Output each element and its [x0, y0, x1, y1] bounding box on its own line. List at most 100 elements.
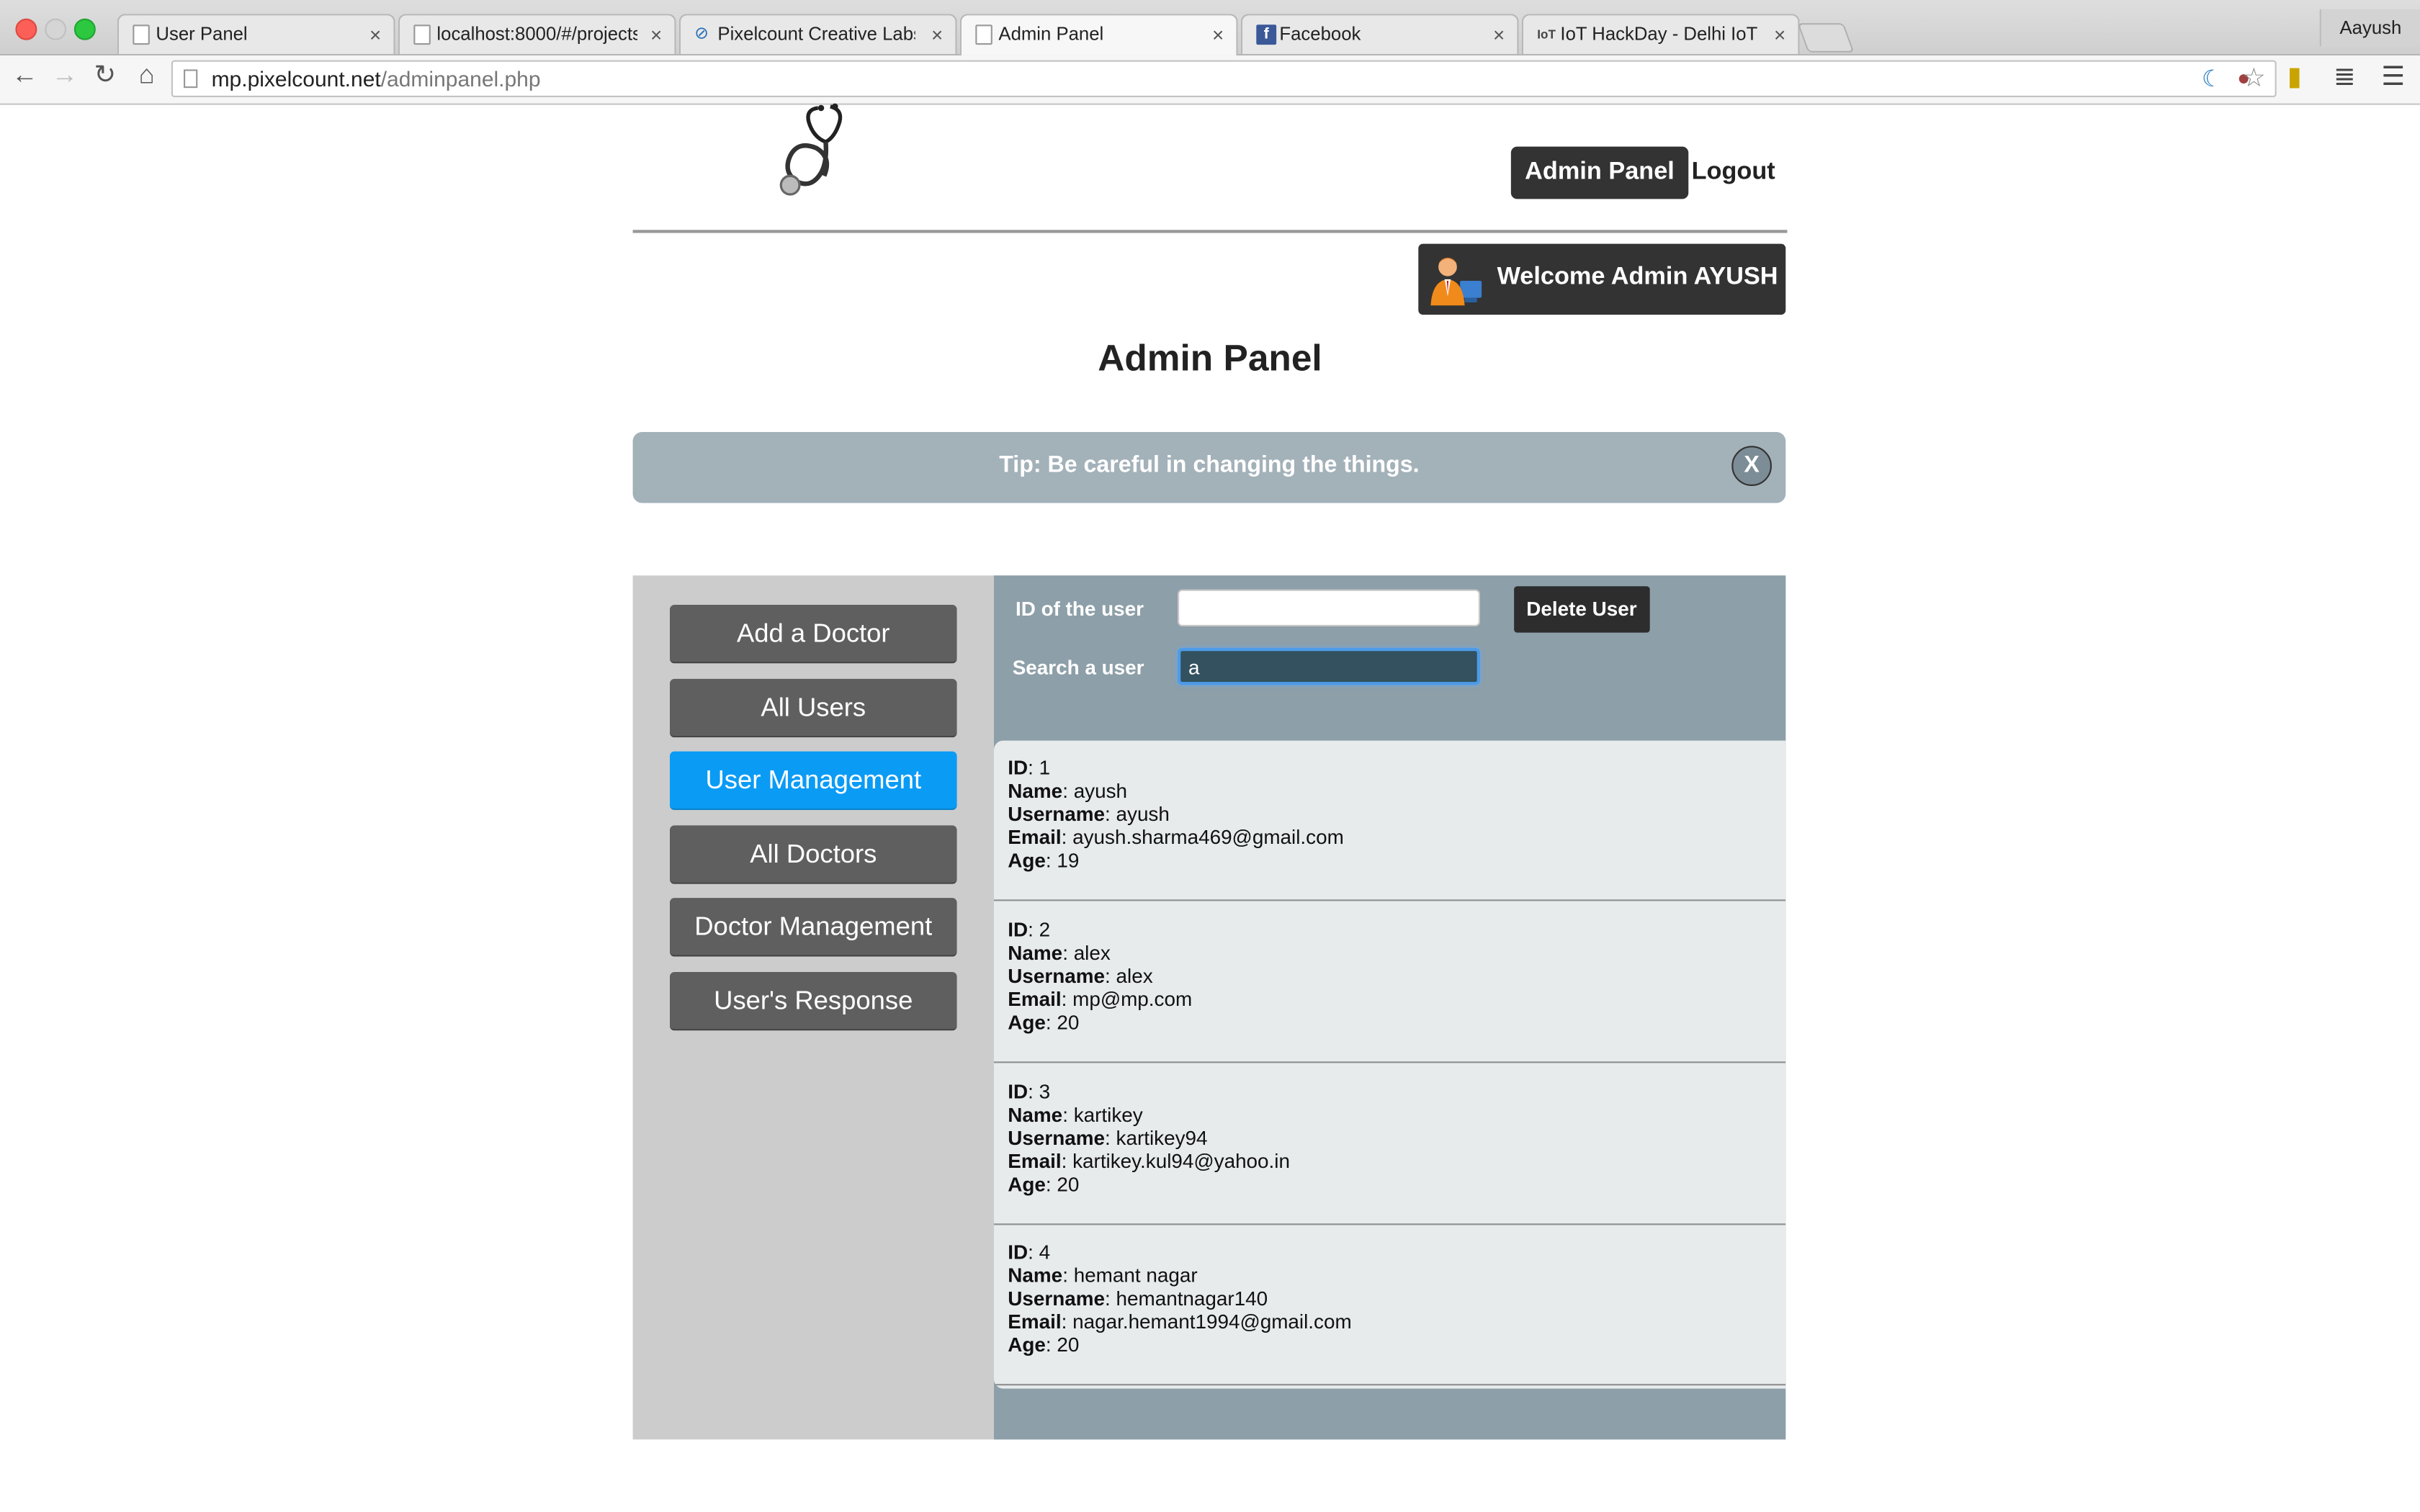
tab-close-icon[interactable]: ×	[650, 15, 662, 54]
user-id-value: 1	[1039, 756, 1051, 780]
sidebar-item-user-management[interactable]: User Management	[670, 751, 957, 810]
zoom-window-button[interactable]	[73, 18, 96, 40]
reload-icon[interactable]: ↻	[88, 60, 122, 91]
sidebar: Add a Doctor All Users User Management A…	[633, 575, 994, 1439]
user-email-row: Email: mp@mp.com	[1008, 987, 1193, 1011]
tip-close-button[interactable]: X	[1731, 446, 1772, 486]
user-name-value: ayush	[1073, 779, 1128, 803]
tab-close-icon[interactable]: ×	[1774, 15, 1785, 54]
tab-close-icon[interactable]: ×	[931, 15, 943, 54]
new-tab-button[interactable]	[1797, 23, 1855, 53]
page-icon	[133, 24, 150, 45]
user-age-value: 19	[1057, 848, 1080, 872]
sidebar-item-all-doctors[interactable]: All Doctors	[670, 825, 957, 884]
user-username-row: Username: alex	[1008, 964, 1153, 988]
field-label: Username	[1008, 964, 1106, 988]
tab-title: localhost:8000/#/projects/	[436, 23, 637, 45]
user-username-row: Username: ayush	[1008, 802, 1170, 826]
user-results-list: ID: 1 Name: ayush Username: ayush Email:…	[994, 740, 1786, 1389]
field-label: Name	[1008, 1264, 1063, 1287]
user-email-row: Email: ayush.sharma469@gmail.com	[1008, 825, 1344, 849]
tab-title: Admin Panel	[998, 23, 1104, 45]
stethoscope-logo-icon[interactable]	[771, 100, 864, 202]
field-label: Age	[1008, 848, 1046, 872]
tab-close-icon[interactable]: ×	[1493, 15, 1505, 54]
profile-button[interactable]: Aayush	[2319, 9, 2420, 47]
address-bar[interactable]: mp.pixelcount.net/adminpanel.php ☾ ● ☆	[171, 60, 2277, 97]
menu-icon[interactable]: ☰	[2381, 62, 2405, 93]
tab-title: IoT HackDay - Delhi IoT and	[1560, 23, 1761, 45]
user-username-value: ayush	[1116, 802, 1170, 826]
tab-title: User Panel	[156, 23, 248, 45]
browser-tab-iot-hackday[interactable]: IoT IoT HackDay - Delhi IoT and ×	[1521, 14, 1800, 54]
user-id-value: 3	[1039, 1080, 1051, 1104]
field-label: Email	[1008, 825, 1062, 849]
browser-tab-localhost[interactable]: localhost:8000/#/projects/ ×	[398, 14, 676, 54]
field-label: Email	[1008, 1310, 1062, 1333]
sidebar-item-doctor-management[interactable]: Doctor Management	[670, 898, 957, 957]
search-user-input[interactable]	[1178, 648, 1480, 685]
user-id-input[interactable]	[1178, 589, 1480, 626]
iot-icon: IoT	[1537, 27, 1556, 42]
user-name-value: alex	[1073, 941, 1111, 965]
user-username-row: Username: kartikey94	[1008, 1126, 1208, 1150]
field-label: ID	[1008, 1080, 1028, 1104]
browser-tab-bar: User Panel × localhost:8000/#/projects/ …	[0, 0, 2420, 56]
field-label: ID	[1008, 918, 1028, 942]
user-username-value: hemantnagar140	[1116, 1287, 1268, 1310]
close-window-button[interactable]	[15, 18, 37, 40]
browser-tab-facebook[interactable]: f Facebook ×	[1240, 14, 1519, 54]
welcome-badge: Welcome Admin AYUSH	[1418, 243, 1786, 315]
user-email-row: Email: nagar.hemant1994@gmail.com	[1008, 1310, 1352, 1333]
shield-extension-icon[interactable]: ≣	[2334, 62, 2356, 93]
user-age-value: 20	[1057, 1172, 1080, 1196]
field-label: Name	[1008, 941, 1063, 965]
tab-close-icon[interactable]: ×	[369, 15, 381, 54]
user-name-row: Name: alex	[1008, 941, 1111, 965]
field-label: Email	[1008, 1149, 1062, 1173]
nav-admin-panel-button[interactable]: Admin Panel	[1510, 146, 1689, 199]
site-header: Admin Panel Logout	[632, 103, 1788, 233]
page-icon	[413, 24, 431, 45]
field-label: Username	[1008, 1126, 1106, 1150]
forward-icon[interactable]: →	[48, 60, 81, 91]
url-path: /adminpanel.php	[380, 66, 541, 91]
user-age-row: Age: 20	[1008, 1333, 1080, 1356]
user-id-row: ID: 3	[1008, 1080, 1051, 1104]
tab-close-icon[interactable]: ×	[1212, 15, 1224, 54]
user-username-value: kartikey94	[1116, 1126, 1208, 1150]
moon-extension-icon[interactable]: ☾	[2202, 65, 2223, 92]
sidebar-item-add-doctor[interactable]: Add a Doctor	[670, 605, 957, 664]
field-label: Age	[1008, 1172, 1046, 1196]
tab-title: Facebook	[1279, 23, 1361, 45]
browser-toolbar: ← → ↻ ⌂ mp.pixelcount.net/adminpanel.php…	[0, 55, 2420, 105]
back-icon[interactable]: ←	[8, 60, 42, 91]
bookmark-star-icon[interactable]: ☆	[2242, 63, 2266, 94]
tab-title: Pixelcount Creative Labs |	[717, 23, 915, 45]
user-id-row: ID: 4	[1008, 1240, 1051, 1264]
user-record: ID: 1 Name: ayush Username: ayush Email:…	[994, 741, 1786, 901]
page-title: Admin Panel	[1098, 338, 1322, 380]
user-email-value: nagar.hemant1994@gmail.com	[1072, 1310, 1352, 1333]
sidebar-item-users-response[interactable]: User's Response	[670, 972, 957, 1031]
browser-tab-admin-panel[interactable]: Admin Panel ×	[959, 14, 1238, 56]
sidebar-item-all-users[interactable]: All Users	[670, 678, 957, 738]
tip-banner: Tip: Be careful in changing the things. …	[632, 432, 1786, 503]
user-name-row: Name: ayush	[1008, 779, 1128, 803]
home-icon[interactable]: ⌂	[130, 60, 163, 91]
user-record: ID: 2 Name: alex Username: alex Email: m…	[994, 903, 1786, 1063]
user-age-row: Age: 19	[1008, 848, 1080, 872]
minimize-window-button[interactable]	[45, 18, 67, 40]
field-label: Age	[1008, 1010, 1046, 1034]
browser-tab-user-panel[interactable]: User Panel ×	[117, 14, 395, 54]
user-management-content: ID of the user Delete User Search a user…	[994, 575, 1786, 1440]
user-email-value: kartikey.kul94@yahoo.in	[1072, 1149, 1290, 1173]
browser-tab-pixelcount[interactable]: ⊘ Pixelcount Creative Labs | ×	[678, 14, 957, 54]
user-id-row: ID: 1	[1008, 756, 1051, 780]
admin-avatar-icon	[1430, 257, 1482, 306]
nav-logout-link[interactable]: Logout	[1692, 147, 1775, 199]
field-label: ID	[1008, 756, 1028, 780]
field-label: Username	[1008, 1287, 1106, 1310]
keycard-extension-icon[interactable]: ▮	[2287, 62, 2302, 93]
delete-user-button[interactable]: Delete User	[1514, 586, 1649, 633]
